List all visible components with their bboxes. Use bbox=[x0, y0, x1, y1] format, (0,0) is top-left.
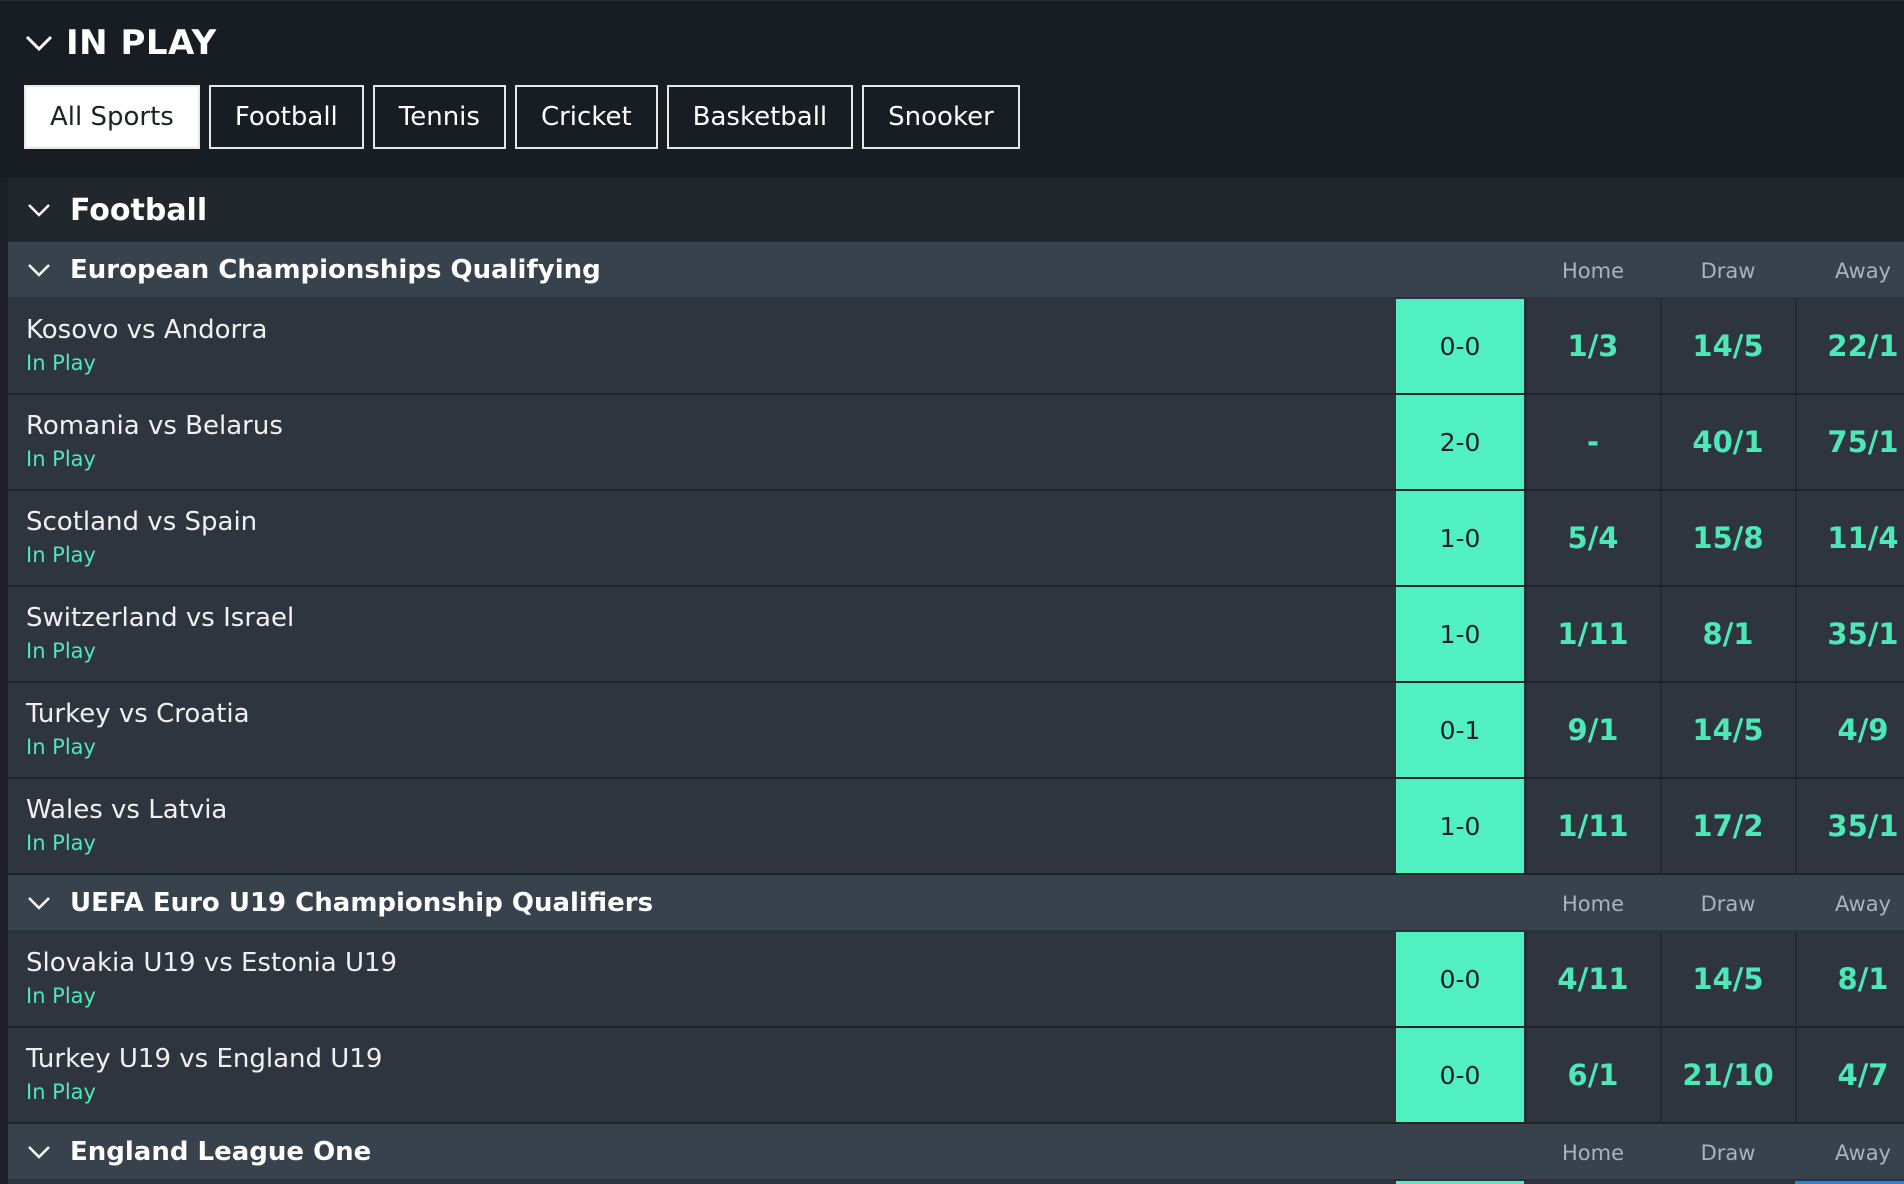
in-play-header[interactable]: IN PLAY bbox=[0, 1, 1904, 85]
competition-title: England League One bbox=[70, 1136, 372, 1167]
match-status: In Play bbox=[26, 735, 96, 759]
in-play-section: IN PLAY All Sports Football Tennis Crick… bbox=[0, 0, 1904, 178]
chevron-down-icon[interactable] bbox=[24, 1137, 54, 1167]
odds-away-button[interactable]: 11/4 bbox=[1795, 491, 1904, 585]
match-score: 0-0 bbox=[1396, 299, 1524, 393]
odds-home-button[interactable]: 1/3 bbox=[1525, 299, 1659, 393]
match-status: In Play bbox=[26, 639, 96, 663]
odds-away-button[interactable]: 4/7 bbox=[1795, 1028, 1904, 1122]
column-header-away: Away bbox=[1835, 1140, 1891, 1165]
match-name[interactable]: Turkey U19 vs England U19 bbox=[26, 1044, 382, 1074]
chevron-down-icon[interactable] bbox=[24, 195, 54, 225]
match-row[interactable]: Romania vs Belarus In Play 2-0 - 40/1 75… bbox=[8, 395, 1904, 491]
match-score: 1-0 bbox=[1396, 779, 1524, 873]
odds-draw-button[interactable]: 21/10 bbox=[1660, 1028, 1794, 1122]
match-status: In Play bbox=[26, 351, 96, 375]
column-header-home: Home bbox=[1561, 258, 1624, 283]
page-title: IN PLAY bbox=[66, 23, 217, 63]
odds-home-button[interactable]: 6/1 bbox=[1525, 1028, 1659, 1122]
match-row[interactable]: Switzerland vs Israel In Play 1-0 1/11 8… bbox=[8, 587, 1904, 683]
odds-draw-button[interactable]: 14/5 bbox=[1660, 299, 1794, 393]
match-name[interactable]: Wales vs Latvia bbox=[26, 795, 227, 825]
match-row[interactable]: Kosovo vs Andorra In Play 0-0 1/3 14/5 2… bbox=[8, 299, 1904, 395]
match-score: 0-0 bbox=[1396, 932, 1524, 1026]
tab-basketball[interactable]: Basketball bbox=[666, 85, 854, 149]
match-score: 2-0 bbox=[1396, 395, 1524, 489]
odds-away-button[interactable]: 4/9 bbox=[1795, 683, 1904, 777]
odds-away-button[interactable]: 75/1 bbox=[1795, 395, 1904, 489]
column-header-away: Away bbox=[1835, 891, 1891, 916]
match-status: In Play bbox=[26, 543, 96, 567]
match-name[interactable]: Switzerland vs Israel bbox=[26, 603, 294, 633]
odds-draw-button[interactable]: 40/1 bbox=[1660, 395, 1794, 489]
column-header-home: Home bbox=[1561, 1140, 1624, 1165]
odds-draw-button[interactable]: 15/8 bbox=[1660, 491, 1794, 585]
match-name[interactable]: Scotland vs Spain bbox=[26, 507, 257, 537]
odds-home-button[interactable]: 5/4 bbox=[1525, 491, 1659, 585]
odds-away-button[interactable]: 35/1 bbox=[1795, 587, 1904, 681]
match-name[interactable]: Kosovo vs Andorra bbox=[26, 315, 267, 345]
match-row[interactable]: Wales vs Latvia In Play 1-0 1/11 17/2 35… bbox=[8, 779, 1904, 875]
competition-header[interactable]: European Championships Qualifying Home D… bbox=[8, 242, 1904, 299]
tab-all-sports[interactable]: All Sports bbox=[24, 85, 200, 149]
column-header-home: Home bbox=[1561, 891, 1624, 916]
tab-cricket[interactable]: Cricket bbox=[514, 85, 658, 149]
column-header-away: Away bbox=[1835, 258, 1891, 283]
chevron-down-icon[interactable] bbox=[24, 255, 54, 285]
match-row[interactable]: Turkey U19 vs England U19 In Play 0-0 6/… bbox=[8, 1028, 1904, 1124]
odds-draw-button[interactable]: 8/1 bbox=[1660, 587, 1794, 681]
odds-draw-button[interactable]: 17/2 bbox=[1660, 779, 1794, 873]
odds-home-button[interactable]: 1/11 bbox=[1525, 587, 1659, 681]
sport-tabs: All Sports Football Tennis Cricket Baske… bbox=[0, 85, 1904, 149]
competition-header[interactable]: England League One Home Draw Away bbox=[8, 1124, 1904, 1181]
sport-header-football[interactable]: Football bbox=[8, 178, 1904, 242]
match-status: In Play bbox=[26, 447, 96, 471]
match-score: 0-0 bbox=[1396, 1028, 1524, 1122]
chevron-down-icon[interactable] bbox=[24, 28, 54, 58]
odds-away-button[interactable]: 35/1 bbox=[1795, 779, 1904, 873]
match-name[interactable]: Turkey vs Croatia bbox=[26, 699, 250, 729]
match-name[interactable]: Slovakia U19 vs Estonia U19 bbox=[26, 948, 397, 978]
competition-title: UEFA Euro U19 Championship Qualifiers bbox=[70, 887, 654, 918]
tab-tennis[interactable]: Tennis bbox=[372, 85, 506, 149]
odds-draw-button[interactable]: 14/5 bbox=[1660, 683, 1794, 777]
odds-away-button[interactable]: 8/1 bbox=[1795, 932, 1904, 1026]
odds-away-button[interactable]: 22/1 bbox=[1795, 299, 1904, 393]
match-row[interactable]: Slovakia U19 vs Estonia U19 In Play 0-0 … bbox=[8, 932, 1904, 1028]
tab-football[interactable]: Football bbox=[208, 85, 364, 149]
odds-home-button[interactable]: 1/11 bbox=[1525, 779, 1659, 873]
competition-title: European Championships Qualifying bbox=[70, 254, 601, 285]
chevron-down-icon[interactable] bbox=[24, 888, 54, 918]
match-name[interactable]: Romania vs Belarus bbox=[26, 411, 283, 441]
match-row[interactable]: Scotland vs Spain In Play 1-0 5/4 15/8 1… bbox=[8, 491, 1904, 587]
match-status: In Play bbox=[26, 1080, 96, 1104]
match-status: In Play bbox=[26, 984, 96, 1008]
odds-home-button[interactable]: 9/1 bbox=[1525, 683, 1659, 777]
odds-home-button[interactable]: - bbox=[1525, 395, 1659, 489]
sport-title: Football bbox=[70, 192, 208, 228]
match-score: 1-0 bbox=[1396, 587, 1524, 681]
column-header-draw: Draw bbox=[1700, 1140, 1756, 1165]
in-play-page: IN PLAY All Sports Football Tennis Crick… bbox=[0, 0, 1904, 1184]
match-score: 0-1 bbox=[1396, 683, 1524, 777]
match-row[interactable]: Turkey vs Croatia In Play 0-1 9/1 14/5 4… bbox=[8, 683, 1904, 779]
odds-draw-button[interactable]: 14/5 bbox=[1660, 932, 1794, 1026]
column-header-draw: Draw bbox=[1700, 258, 1756, 283]
match-score: 1-0 bbox=[1396, 491, 1524, 585]
column-header-draw: Draw bbox=[1700, 891, 1756, 916]
tab-snooker[interactable]: Snooker bbox=[862, 85, 1020, 149]
match-status: In Play bbox=[26, 831, 96, 855]
odds-home-button[interactable]: 4/11 bbox=[1525, 932, 1659, 1026]
competition-header[interactable]: UEFA Euro U19 Championship Qualifiers Ho… bbox=[8, 875, 1904, 932]
